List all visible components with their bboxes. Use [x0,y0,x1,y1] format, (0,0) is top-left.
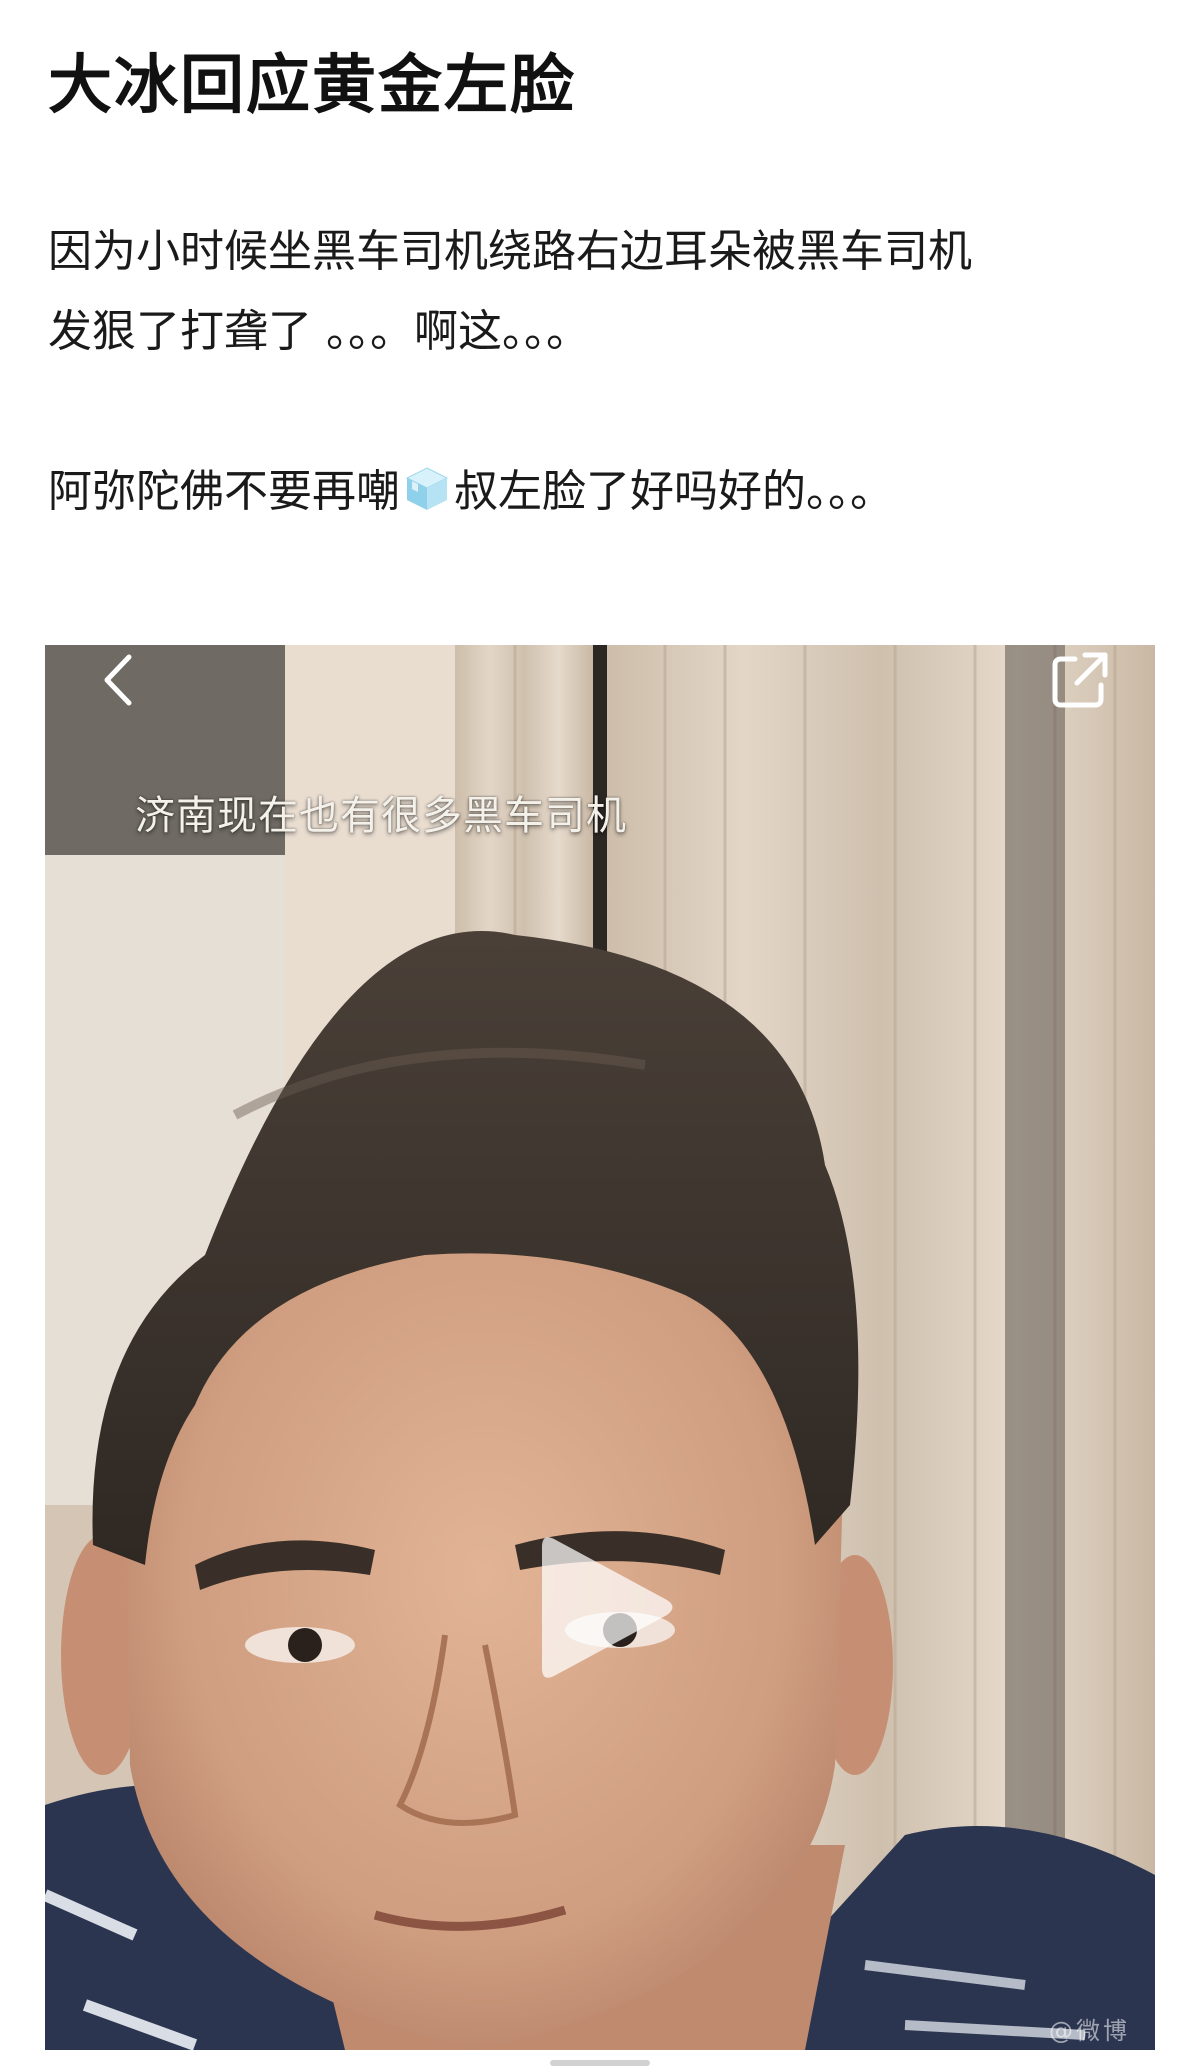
play-icon[interactable] [532,1525,682,1690]
post-text-segment: 叔左脸了好吗好的。。。 [454,466,894,517]
video-player[interactable]: 济南现在也有很多黑车司机 @微博 [45,645,1155,2050]
post-text-line: 因为小时候坐黑车司机绕路右边耳朵被黑车司机 [48,226,972,277]
post-body: 因为小时候坐黑车司机绕路右边耳朵被黑车司机 发狠了打聋了 。。。啊这。。。 阿弥… [48,212,1158,532]
post-text-segment: 阿弥陀佛不要再嘲 [48,466,400,517]
video-subtitle: 济南现在也有很多黑车司机 [135,793,627,839]
post-title: 大冰回应黄金左脸 [48,49,576,123]
post-text-line: 发狠了打聋了 。。。啊这。。。 [48,306,590,357]
chevron-left-icon[interactable] [85,645,155,715]
video-frame [45,645,1155,2050]
watermark: @微博 [1049,2017,1130,2045]
ice-cube-emoji-icon [405,467,449,510]
share-icon[interactable] [1045,645,1115,715]
home-indicator [550,2060,650,2066]
post-text-line: 阿弥陀佛不要再嘲 叔左脸了好吗好的。。。 [48,452,1158,532]
